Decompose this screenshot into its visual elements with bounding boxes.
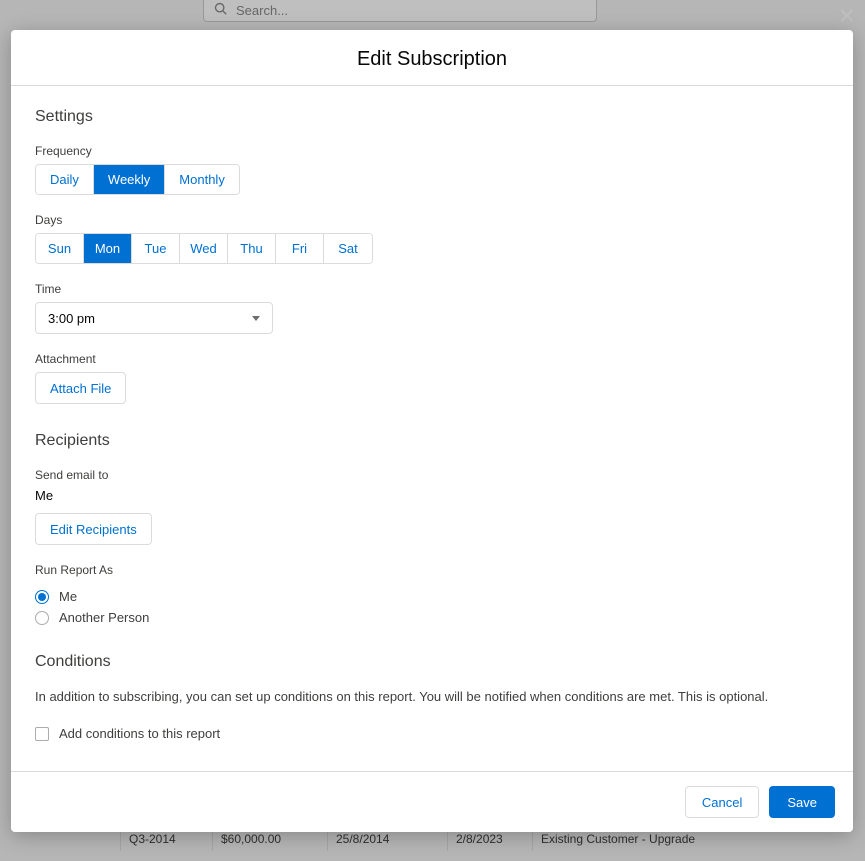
time-label: Time xyxy=(35,282,829,296)
run-as-label: Run Report As xyxy=(35,563,829,577)
modal-header: Edit Subscription xyxy=(11,30,853,86)
frequency-monthly[interactable]: Monthly xyxy=(165,165,239,194)
run-as-me-label: Me xyxy=(59,589,77,604)
day-fri[interactable]: Fri xyxy=(276,234,324,263)
add-conditions-checkbox[interactable]: Add conditions to this report xyxy=(35,726,829,741)
modal-footer: Cancel Save xyxy=(11,771,853,832)
attach-file-button[interactable]: Attach File xyxy=(35,372,126,404)
edit-recipients-button[interactable]: Edit Recipients xyxy=(35,513,152,545)
recipients-heading: Recipients xyxy=(35,432,829,450)
day-mon[interactable]: Mon xyxy=(84,234,132,263)
run-as-another-option[interactable]: Another Person xyxy=(35,610,829,625)
time-value: 3:00 pm xyxy=(48,311,95,326)
days-field: Days Sun Mon Tue Wed Thu Fri Sat xyxy=(35,213,829,264)
day-wed[interactable]: Wed xyxy=(180,234,228,263)
day-sat[interactable]: Sat xyxy=(324,234,372,263)
day-sun[interactable]: Sun xyxy=(36,234,84,263)
save-button[interactable]: Save xyxy=(769,786,835,818)
radio-icon xyxy=(35,590,49,604)
time-select[interactable]: 3:00 pm xyxy=(35,302,273,334)
send-to-value: Me xyxy=(35,488,829,503)
chevron-down-icon xyxy=(252,316,260,321)
conditions-heading: Conditions xyxy=(35,653,829,671)
run-as-another-label: Another Person xyxy=(59,610,149,625)
send-to-label: Send email to xyxy=(35,468,829,482)
day-thu[interactable]: Thu xyxy=(228,234,276,263)
frequency-label: Frequency xyxy=(35,144,829,158)
run-as-field: Run Report As Me Another Person xyxy=(35,563,829,625)
modal-title: Edit Subscription xyxy=(11,48,853,71)
search-placeholder: Search... xyxy=(236,3,288,18)
edit-subscription-modal: Edit Subscription Settings Frequency Dai… xyxy=(11,30,853,832)
search-icon xyxy=(214,2,228,19)
send-to-field: Send email to Me Edit Recipients xyxy=(35,468,829,545)
close-icon[interactable]: × xyxy=(839,2,855,30)
checkbox-icon xyxy=(35,727,49,741)
days-group: Sun Mon Tue Wed Thu Fri Sat xyxy=(35,233,373,264)
global-search-box[interactable]: Search... xyxy=(203,0,597,22)
attachment-label: Attachment xyxy=(35,352,829,366)
days-label: Days xyxy=(35,213,829,227)
settings-heading: Settings xyxy=(35,108,829,126)
radio-icon xyxy=(35,611,49,625)
conditions-help: In addition to subscribing, you can set … xyxy=(35,689,829,704)
attachment-field: Attachment Attach File xyxy=(35,352,829,404)
run-as-me-option[interactable]: Me xyxy=(35,589,829,604)
time-field: Time 3:00 pm xyxy=(35,282,829,334)
day-tue[interactable]: Tue xyxy=(132,234,180,263)
frequency-group: Daily Weekly Monthly xyxy=(35,164,240,195)
frequency-weekly[interactable]: Weekly xyxy=(94,165,165,194)
frequency-daily[interactable]: Daily xyxy=(36,165,94,194)
add-conditions-label: Add conditions to this report xyxy=(59,726,220,741)
frequency-field: Frequency Daily Weekly Monthly xyxy=(35,144,829,195)
cancel-button[interactable]: Cancel xyxy=(685,786,759,818)
modal-body: Settings Frequency Daily Weekly Monthly … xyxy=(11,86,853,771)
